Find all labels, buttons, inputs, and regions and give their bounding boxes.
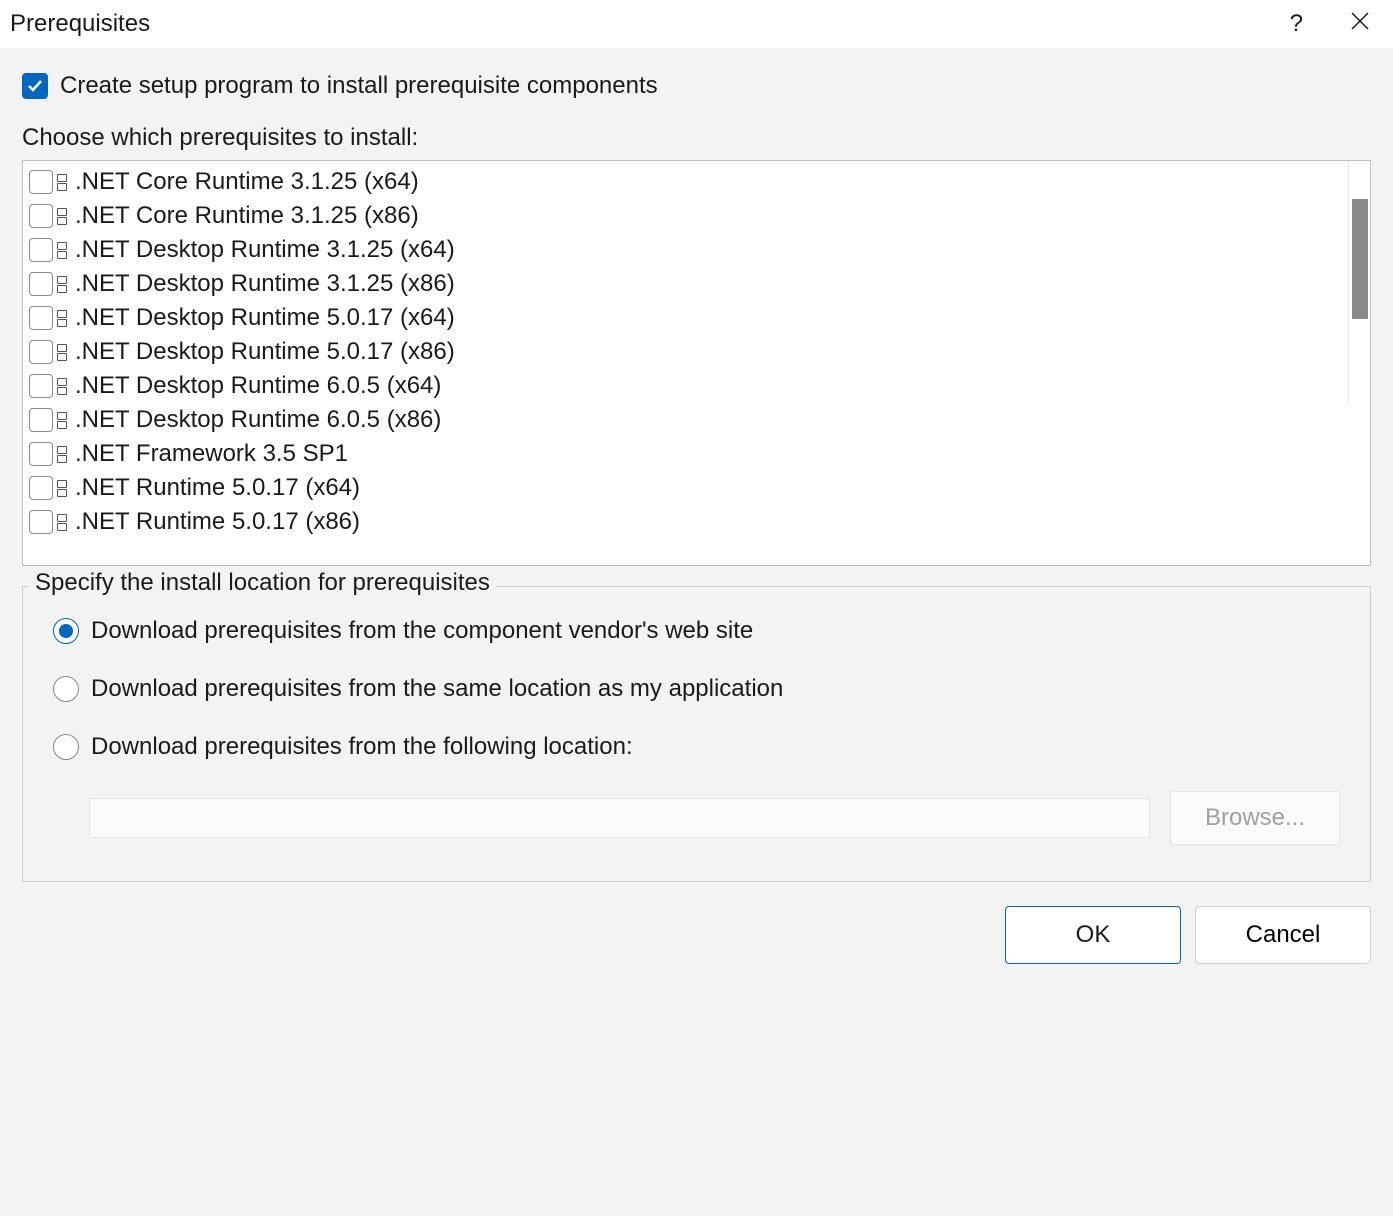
location-input-row: Browse... <box>89 791 1340 845</box>
radio-row-vendor: Download prerequisites from the componen… <box>53 617 1340 645</box>
titlebar-controls: ? <box>1290 8 1377 40</box>
radio-row-following-location: Download prerequisites from the followin… <box>53 733 1340 761</box>
package-icon <box>57 477 71 499</box>
prerequisite-label: .NET Desktop Runtime 5.0.17 (x86) <box>75 338 455 366</box>
package-icon <box>57 409 71 431</box>
prerequisite-label: .NET Runtime 5.0.17 (x86) <box>75 508 360 536</box>
scrollbar-thumb[interactable] <box>1352 199 1368 319</box>
list-item[interactable]: .NET Desktop Runtime 3.1.25 (x64) <box>23 233 1348 267</box>
prerequisite-checkbox[interactable] <box>29 476 53 500</box>
prerequisite-label: .NET Desktop Runtime 3.1.25 (x86) <box>75 270 455 298</box>
radio-same-location-label: Download prerequisites from the same loc… <box>91 675 783 703</box>
dialog-content: Create setup program to install prerequi… <box>0 48 1393 1216</box>
radio-vendor-label: Download prerequisites from the componen… <box>91 617 753 645</box>
list-item[interactable]: .NET Desktop Runtime 3.1.25 (x86) <box>23 267 1348 301</box>
prerequisite-checkbox[interactable] <box>29 442 53 466</box>
prerequisite-label: .NET Desktop Runtime 3.1.25 (x64) <box>75 236 455 264</box>
list-item[interactable]: .NET Desktop Runtime 6.0.5 (x86) <box>23 403 1348 437</box>
prerequisite-label: .NET Core Runtime 3.1.25 (x64) <box>75 168 419 196</box>
package-icon <box>57 511 71 533</box>
dialog-buttons: OK Cancel <box>22 906 1371 964</box>
prerequisites-listbox[interactable]: .NET Core Runtime 3.1.25 (x64) .NET Core… <box>22 160 1371 566</box>
package-icon <box>57 375 71 397</box>
browse-button: Browse... <box>1170 791 1340 845</box>
prerequisite-checkbox[interactable] <box>29 340 53 364</box>
ok-button[interactable]: OK <box>1005 906 1181 964</box>
list-item[interactable]: .NET Core Runtime 3.1.25 (x86) <box>23 199 1348 233</box>
cancel-button[interactable]: Cancel <box>1195 906 1371 964</box>
list-item[interactable]: .NET Desktop Runtime 5.0.17 (x64) <box>23 301 1348 335</box>
package-icon <box>57 307 71 329</box>
package-icon <box>57 443 71 465</box>
package-icon <box>57 239 71 261</box>
prerequisite-label: .NET Framework 3.5 SP1 <box>75 440 348 468</box>
list-item[interactable]: .NET Core Runtime 3.1.25 (x64) <box>23 165 1348 199</box>
prerequisite-checkbox[interactable] <box>29 306 53 330</box>
create-setup-row: Create setup program to install prerequi… <box>22 72 1371 100</box>
location-path-input <box>89 798 1150 838</box>
prerequisite-label: .NET Runtime 5.0.17 (x64) <box>75 474 360 502</box>
radio-following-location-label: Download prerequisites from the followin… <box>91 733 633 761</box>
dialog-title: Prerequisites <box>10 10 150 38</box>
list-item[interactable]: .NET Runtime 5.0.17 (x86) <box>23 505 1348 539</box>
prerequisite-checkbox[interactable] <box>29 170 53 194</box>
radio-same-location[interactable] <box>53 676 79 702</box>
install-location-legend: Specify the install location for prerequ… <box>29 569 496 597</box>
prerequisite-label: .NET Desktop Runtime 5.0.17 (x64) <box>75 304 455 332</box>
choose-prerequisites-label: Choose which prerequisites to install: <box>22 124 1371 152</box>
radio-row-same-location: Download prerequisites from the same loc… <box>53 675 1340 703</box>
prerequisite-checkbox[interactable] <box>29 204 53 228</box>
close-icon[interactable] <box>1343 8 1377 40</box>
help-icon[interactable]: ? <box>1290 10 1303 38</box>
prerequisite-checkbox[interactable] <box>29 510 53 534</box>
prerequisite-checkbox[interactable] <box>29 272 53 296</box>
scrollbar-track[interactable] <box>1348 161 1370 565</box>
package-icon <box>57 205 71 227</box>
prerequisite-label: .NET Desktop Runtime 6.0.5 (x64) <box>75 372 441 400</box>
list-item[interactable]: .NET Desktop Runtime 5.0.17 (x86) <box>23 335 1348 369</box>
prerequisites-list-content: .NET Core Runtime 3.1.25 (x64) .NET Core… <box>23 161 1348 565</box>
install-location-fieldset: Specify the install location for prerequ… <box>22 586 1371 882</box>
package-icon <box>57 273 71 295</box>
create-setup-label: Create setup program to install prerequi… <box>60 72 658 100</box>
radio-vendor-website[interactable] <box>53 618 79 644</box>
list-item[interactable]: .NET Runtime 5.0.17 (x64) <box>23 471 1348 505</box>
package-icon <box>57 341 71 363</box>
prerequisite-checkbox[interactable] <box>29 238 53 262</box>
create-setup-checkbox[interactable] <box>22 73 48 99</box>
prerequisite-checkbox[interactable] <box>29 374 53 398</box>
list-item[interactable]: .NET Desktop Runtime 6.0.5 (x64) <box>23 369 1348 403</box>
radio-following-location[interactable] <box>53 734 79 760</box>
prerequisite-label: .NET Core Runtime 3.1.25 (x86) <box>75 202 419 230</box>
titlebar: Prerequisites ? <box>0 0 1393 48</box>
list-item[interactable]: .NET Framework 3.5 SP1 <box>23 437 1348 471</box>
package-icon <box>57 171 71 193</box>
prerequisite-checkbox[interactable] <box>29 408 53 432</box>
prerequisite-label: .NET Desktop Runtime 6.0.5 (x86) <box>75 406 441 434</box>
